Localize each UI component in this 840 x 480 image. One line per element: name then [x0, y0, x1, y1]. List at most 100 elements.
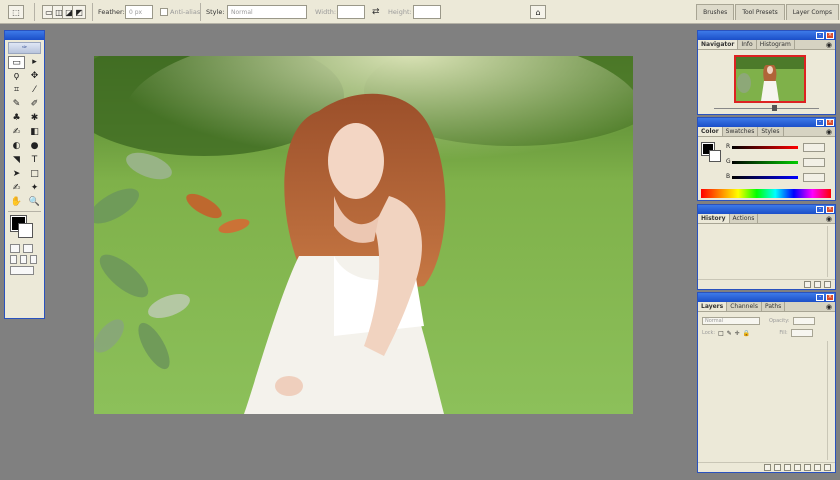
new-group-icon[interactable] [804, 464, 811, 471]
marquee-tool-icon[interactable]: ▭ [8, 56, 25, 69]
tab-histogram[interactable]: Histogram [757, 40, 795, 49]
background-color[interactable] [18, 223, 33, 238]
history-titlebar[interactable]: – × [698, 205, 835, 214]
trash-icon[interactable] [824, 464, 831, 471]
screen-mode-standard-icon[interactable] [10, 255, 17, 264]
blue-value[interactable] [803, 173, 825, 182]
document-image[interactable] [94, 56, 633, 414]
green-value[interactable] [803, 158, 825, 167]
dodge-tool-icon[interactable]: ● [26, 140, 43, 153]
height-input[interactable] [413, 5, 441, 19]
blur-tool-icon[interactable]: ◐ [8, 140, 25, 153]
minimize-icon[interactable]: – [816, 294, 824, 301]
standard-mode-icon[interactable] [10, 244, 20, 253]
red-slider[interactable]: R [726, 143, 833, 152]
feather-icon[interactable]: ✑ [8, 42, 41, 54]
panel-menu-icon[interactable]: ◉ [826, 41, 832, 49]
palette-tab-tool-presets[interactable]: Tool Presets [735, 4, 785, 20]
palette-tab-brushes[interactable]: Brushes [696, 4, 735, 20]
shape-tool-icon[interactable]: □ [26, 168, 43, 181]
lock-all-icon[interactable]: 🔒 [743, 330, 750, 337]
lock-transparent-icon[interactable]: □ [718, 330, 724, 337]
fill-input[interactable] [790, 329, 813, 337]
history-brush-tool-icon[interactable]: ✱ [26, 112, 43, 125]
adjustment-layer-icon[interactable] [794, 464, 801, 471]
toolbox-titlebar[interactable] [5, 31, 44, 40]
feather-input[interactable]: 0 px [125, 5, 153, 19]
jump-to-imageready-icon[interactable] [10, 266, 34, 275]
layer-mask-icon[interactable] [784, 464, 791, 471]
antialias-checkbox[interactable]: Anti-alias [160, 5, 200, 19]
gradient-tool-icon[interactable]: ◧ [26, 126, 43, 139]
screen-mode-menubar-icon[interactable] [20, 255, 27, 264]
tab-info[interactable]: Info [738, 40, 757, 49]
layers-scrollbar[interactable] [827, 341, 834, 460]
tab-paths[interactable]: Paths [762, 302, 786, 311]
new-snapshot-icon[interactable] [814, 281, 821, 288]
eraser-tool-icon[interactable]: ✍ [8, 126, 25, 139]
notes-tool-icon[interactable]: ✍ [8, 182, 25, 195]
move-tool-icon[interactable]: ▸ [26, 56, 43, 69]
swap-icon[interactable]: ⇄ [372, 5, 380, 19]
tab-color[interactable]: Color [698, 127, 723, 136]
lock-position-icon[interactable]: ✛ [735, 330, 740, 337]
navigator-thumbnail[interactable] [734, 55, 806, 103]
tab-channels[interactable]: Channels [727, 302, 762, 311]
width-input[interactable] [337, 5, 365, 19]
tab-actions[interactable]: Actions [730, 214, 759, 223]
slice-tool-icon[interactable]: ⁄ [26, 84, 43, 97]
close-icon[interactable]: × [826, 119, 834, 126]
palette-tab-layer-comps[interactable]: Layer Comps [785, 4, 839, 20]
zoom-slider-knob[interactable] [772, 105, 777, 111]
color-spectrum-ramp[interactable] [701, 189, 831, 198]
path-selection-tool-icon[interactable]: ◥ [8, 154, 25, 167]
zoom-tool-icon[interactable]: 🔍 [26, 196, 43, 209]
link-layers-icon[interactable] [764, 464, 771, 471]
minimize-icon[interactable]: – [816, 119, 824, 126]
crop-tool-icon[interactable]: ⌗ [8, 84, 25, 97]
marquee-preset-picker[interactable]: ⬚ [8, 5, 24, 19]
layers-titlebar[interactable]: – × [698, 293, 835, 302]
opacity-input[interactable] [792, 317, 815, 325]
lock-image-icon[interactable]: ✎ [727, 330, 732, 337]
tab-navigator[interactable]: Navigator [698, 40, 739, 49]
close-icon[interactable]: × [826, 32, 834, 39]
type-tool-icon[interactable]: T [26, 154, 43, 167]
lasso-tool-icon[interactable]: ϙ [8, 70, 25, 83]
eyedropper-tool-icon[interactable]: ✦ [26, 182, 43, 195]
close-icon[interactable]: × [826, 294, 834, 301]
quickmask-mode-icon[interactable] [23, 244, 33, 253]
new-document-from-state-icon[interactable] [804, 281, 811, 288]
history-scrollbar[interactable] [827, 226, 834, 277]
hand-tool-icon[interactable]: ✋ [8, 196, 25, 209]
blue-slider[interactable]: B [726, 173, 833, 182]
blend-mode-select[interactable]: Normal [702, 317, 760, 325]
minimize-icon[interactable]: – [816, 206, 824, 213]
file-browser-icon[interactable]: ⌂ [530, 5, 546, 19]
layer-style-icon[interactable] [774, 464, 781, 471]
panel-menu-icon[interactable]: ◉ [826, 303, 832, 311]
tab-swatches[interactable]: Swatches [723, 127, 759, 136]
panel-menu-icon[interactable]: ◉ [826, 215, 832, 223]
zoom-slider[interactable] [714, 108, 819, 109]
green-slider[interactable]: G [726, 158, 833, 167]
tab-layers[interactable]: Layers [698, 302, 728, 311]
tab-history[interactable]: History [698, 214, 730, 223]
screen-mode-full-icon[interactable] [30, 255, 37, 264]
tab-styles[interactable]: Styles [758, 127, 784, 136]
red-value[interactable] [803, 143, 825, 152]
color-background-swatch[interactable] [709, 150, 721, 162]
pen-tool-icon[interactable]: ➤ [8, 168, 25, 181]
panel-menu-icon[interactable]: ◉ [826, 128, 832, 136]
close-icon[interactable]: × [826, 206, 834, 213]
navigator-titlebar[interactable]: – × [698, 31, 835, 40]
minimize-icon[interactable]: – [816, 32, 824, 39]
style-select[interactable]: Normal [227, 5, 307, 19]
intersect-selection-icon[interactable]: ◩ [72, 5, 86, 19]
color-titlebar[interactable]: – × [698, 118, 835, 127]
new-layer-icon[interactable] [814, 464, 821, 471]
trash-icon[interactable] [824, 281, 831, 288]
magic-wand-tool-icon[interactable]: ✥ [26, 70, 43, 83]
brush-tool-icon[interactable]: ✐ [26, 98, 43, 111]
clone-stamp-tool-icon[interactable]: ♣ [8, 112, 25, 125]
